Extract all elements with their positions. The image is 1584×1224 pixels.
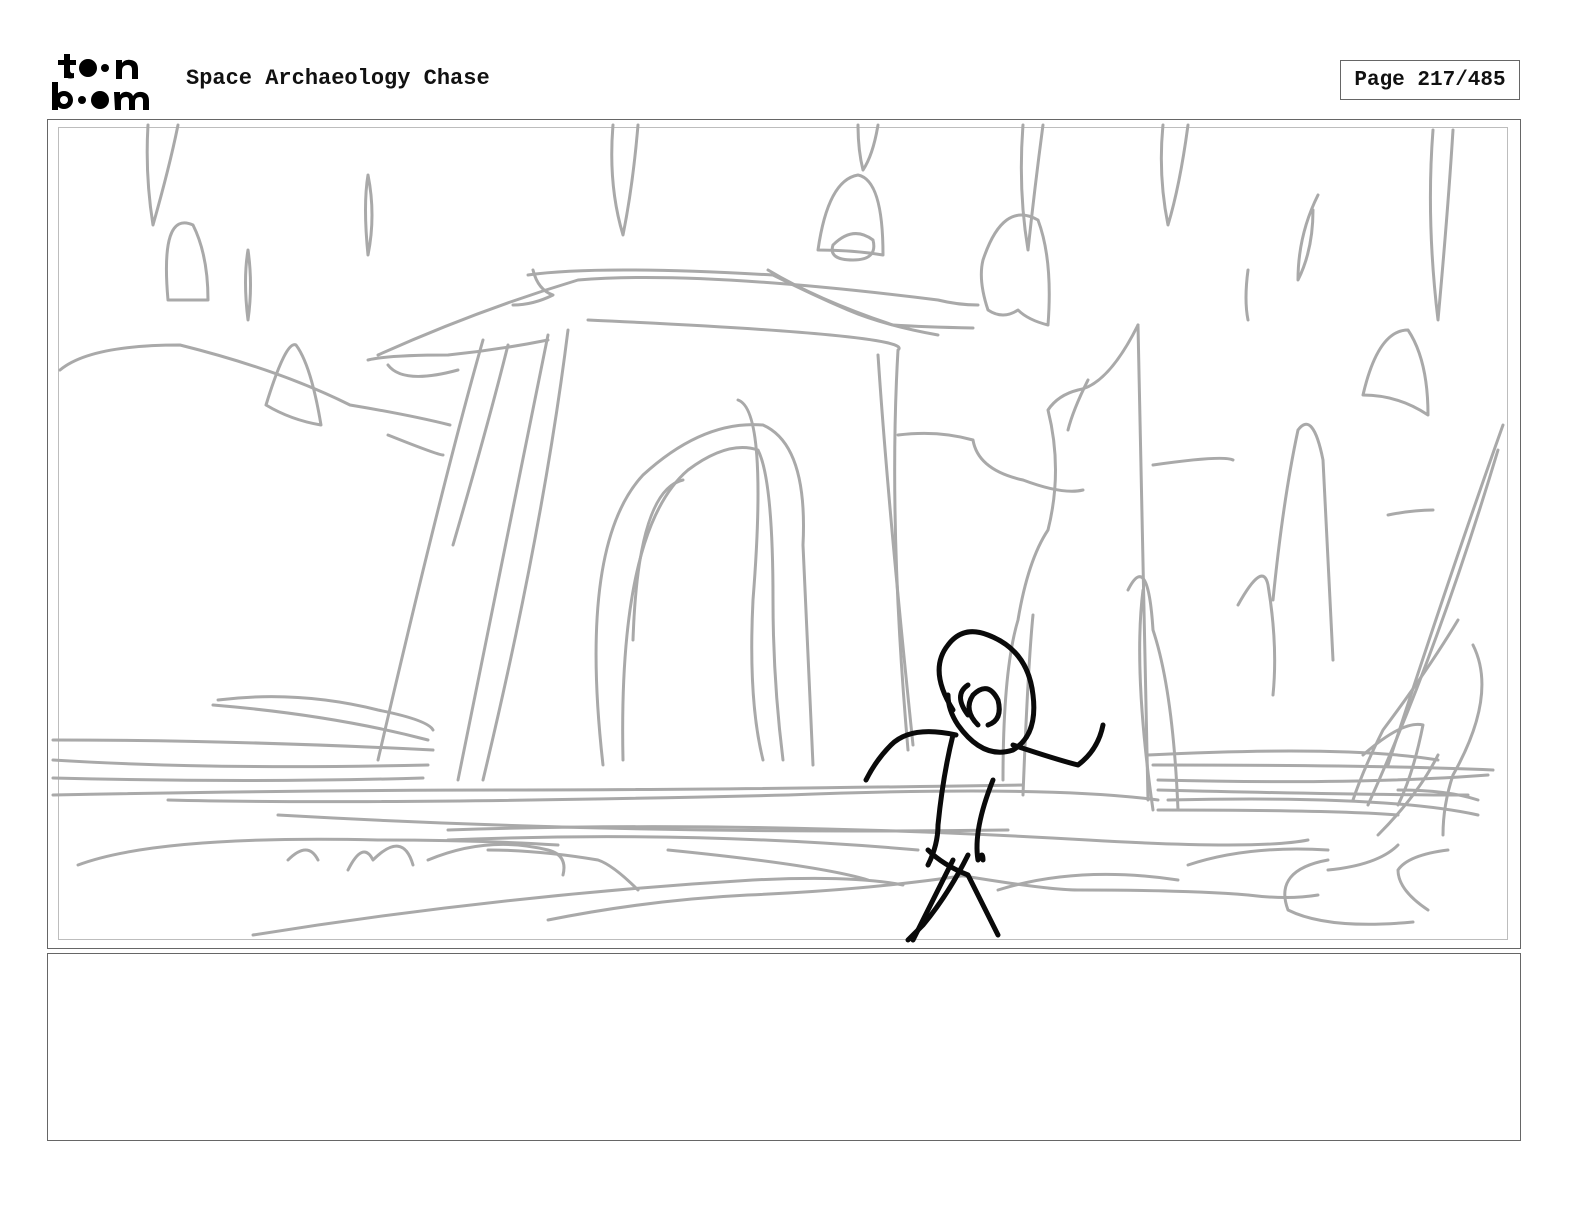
page-counter: Page 217/485 [1340,60,1520,100]
storyboard-panel [47,119,1521,949]
toon-boom-logo [52,54,149,110]
background-sketch [51,123,1505,937]
panel-notes-box[interactable] [47,953,1521,1141]
panel-sketch [51,123,1505,943]
storyboard-title: Space Archaeology Chase [186,66,490,91]
